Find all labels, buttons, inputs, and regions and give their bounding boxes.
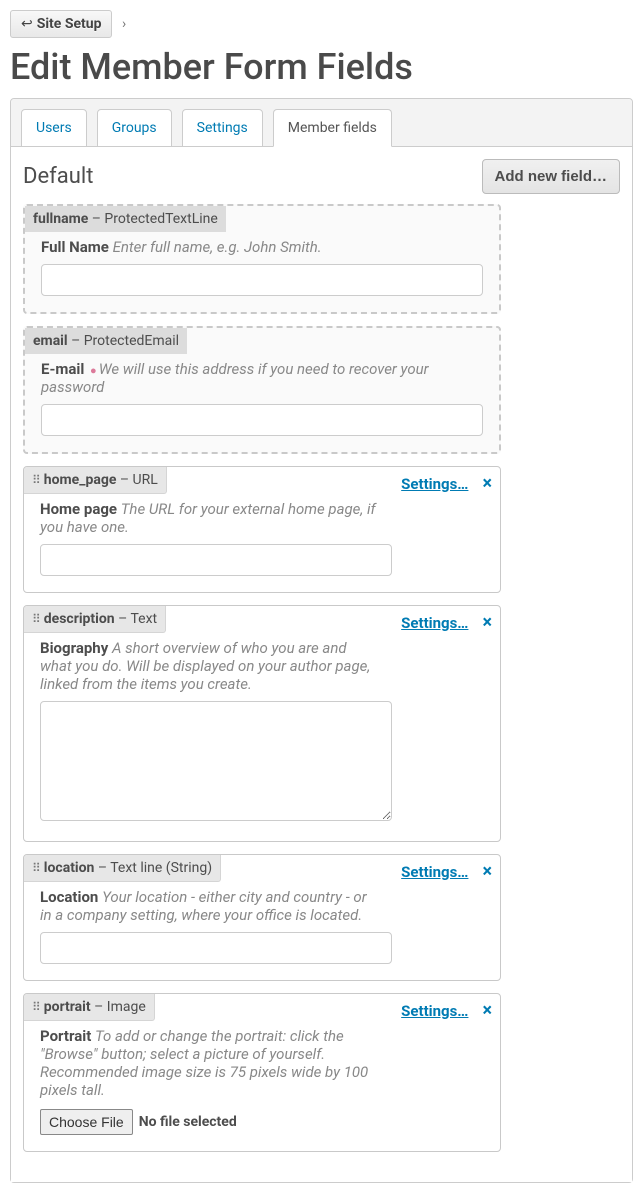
field-settings-link[interactable]: Settings… [401, 475, 468, 493]
description-textarea[interactable] [40, 701, 392, 821]
field-card-fullname: fullname – ProtectedTextLine Full Name En… [23, 204, 501, 314]
file-status: No file selected [139, 1114, 237, 1130]
field-actions: Settings… × [401, 1002, 492, 1020]
field-header-home_page: ⠿ home_page – URL [24, 467, 167, 494]
field-actions: Settings… × [401, 863, 492, 881]
field-card-email: email – ProtectedEmail E-mail ●We will us… [23, 326, 501, 454]
field-label: E-mail [41, 360, 88, 378]
field-card-home_page: ⠿ home_page – URL Settings… × Home page The … [23, 466, 501, 593]
field-name: email [33, 333, 68, 349]
field-name: fullname [33, 211, 88, 227]
field-label-row: Location Your location - either city and… [40, 888, 380, 924]
delete-field-icon[interactable]: × [482, 1004, 492, 1018]
field-header-description: ⠿ description – Text [24, 606, 166, 633]
drag-handle-icon[interactable]: ⠿ [32, 473, 40, 487]
field-body: Location Your location - either city and… [24, 882, 500, 980]
field-label-row: E-mail ●We will use this address if you … [41, 360, 483, 396]
required-icon: ● [90, 364, 97, 377]
home_page-input[interactable] [40, 544, 392, 576]
field-settings-link[interactable]: Settings… [401, 614, 468, 632]
delete-field-icon[interactable]: × [482, 616, 492, 630]
fields-list: fullname – ProtectedTextLine Full Name En… [23, 204, 620, 1152]
drag-handle-icon[interactable]: ⠿ [32, 1000, 40, 1014]
field-type: – Text line (String) [94, 860, 212, 876]
field-name: portrait [44, 999, 91, 1015]
section-title: Default [23, 164, 93, 189]
tab-groups[interactable]: Groups [97, 109, 172, 147]
field-label-row: Biography A short overview of who you ar… [40, 639, 380, 693]
add-new-field-button[interactable]: Add new field… [482, 159, 621, 194]
field-label: Home page [40, 500, 121, 518]
back-arrow-icon: ↩ [21, 16, 33, 32]
field-label: Biography [40, 639, 112, 657]
field-name: location [44, 860, 95, 876]
field-card-portrait: ⠿ portrait – Image Settings… × Portrait To a… [23, 993, 501, 1152]
field-name: home_page [44, 472, 117, 488]
choose-file-button[interactable]: Choose File [40, 1109, 133, 1135]
tabs-bar: Users Groups Settings Member fields [11, 99, 632, 147]
field-card-location: ⠿ location – Text line (String) Settings… ×… [23, 854, 501, 981]
field-settings-link[interactable]: Settings… [401, 863, 468, 881]
field-header-fullname: fullname – ProtectedTextLine [25, 206, 226, 232]
field-actions: Settings… × [401, 475, 492, 493]
field-header-location: ⠿ location – Text line (String) [24, 855, 221, 882]
field-label: Location [40, 888, 102, 906]
field-type: – ProtectedEmail [68, 333, 179, 349]
field-body: E-mail ●We will use this address if you … [25, 354, 499, 452]
field-header-portrait: ⠿ portrait – Image [24, 994, 155, 1021]
field-card-description: ⠿ description – Text Settings… × Biography A… [23, 605, 501, 842]
field-label-row: Full Name Enter full name, e.g. John Smi… [41, 238, 483, 256]
main-panel: Users Groups Settings Member fields Default… [10, 98, 633, 1183]
tab-content: Default Add new field… fullname – Protec… [11, 147, 632, 1182]
field-type: – URL [116, 472, 157, 488]
field-body: Full Name Enter full name, e.g. John Smi… [25, 232, 499, 312]
field-body: Portrait To add or change the portrait: … [24, 1021, 500, 1151]
field-label: Full Name [41, 238, 113, 256]
tab-users[interactable]: Users [21, 109, 87, 147]
breadcrumb-separator: › [122, 16, 126, 32]
page-title: Edit Member Form Fields [10, 46, 633, 88]
field-label-row: Portrait To add or change the portrait: … [40, 1027, 380, 1099]
field-label-row: Home page The URL for your external home… [40, 500, 380, 536]
delete-field-icon[interactable]: × [482, 865, 492, 879]
location-input[interactable] [40, 932, 392, 964]
file-input-row: Choose File No file selected [40, 1109, 380, 1135]
fullname-input[interactable] [41, 264, 483, 296]
email-input[interactable] [41, 404, 483, 436]
drag-handle-icon[interactable]: ⠿ [32, 861, 40, 875]
field-body: Biography A short overview of who you ar… [24, 633, 500, 841]
field-header-email: email – ProtectedEmail [25, 328, 187, 354]
field-settings-link[interactable]: Settings… [401, 1002, 468, 1020]
field-help: Enter full name, e.g. John Smith. [113, 238, 322, 256]
delete-field-icon[interactable]: × [482, 477, 492, 491]
site-setup-label: Site Setup [37, 16, 102, 32]
field-help: We will use this address if you need to … [41, 360, 429, 396]
field-label: Portrait [40, 1027, 95, 1045]
field-type: – Text [115, 611, 158, 627]
tab-settings[interactable]: Settings [182, 109, 263, 147]
field-type: – ProtectedTextLine [88, 211, 218, 227]
site-setup-link[interactable]: ↩Site Setup [10, 10, 112, 38]
field-name: description [44, 611, 115, 627]
field-type: – Image [91, 999, 146, 1015]
drag-handle-icon[interactable]: ⠿ [32, 612, 40, 626]
field-body: Home page The URL for your external home… [24, 494, 500, 592]
field-actions: Settings… × [401, 614, 492, 632]
tab-member_fields[interactable]: Member fields [273, 109, 392, 147]
